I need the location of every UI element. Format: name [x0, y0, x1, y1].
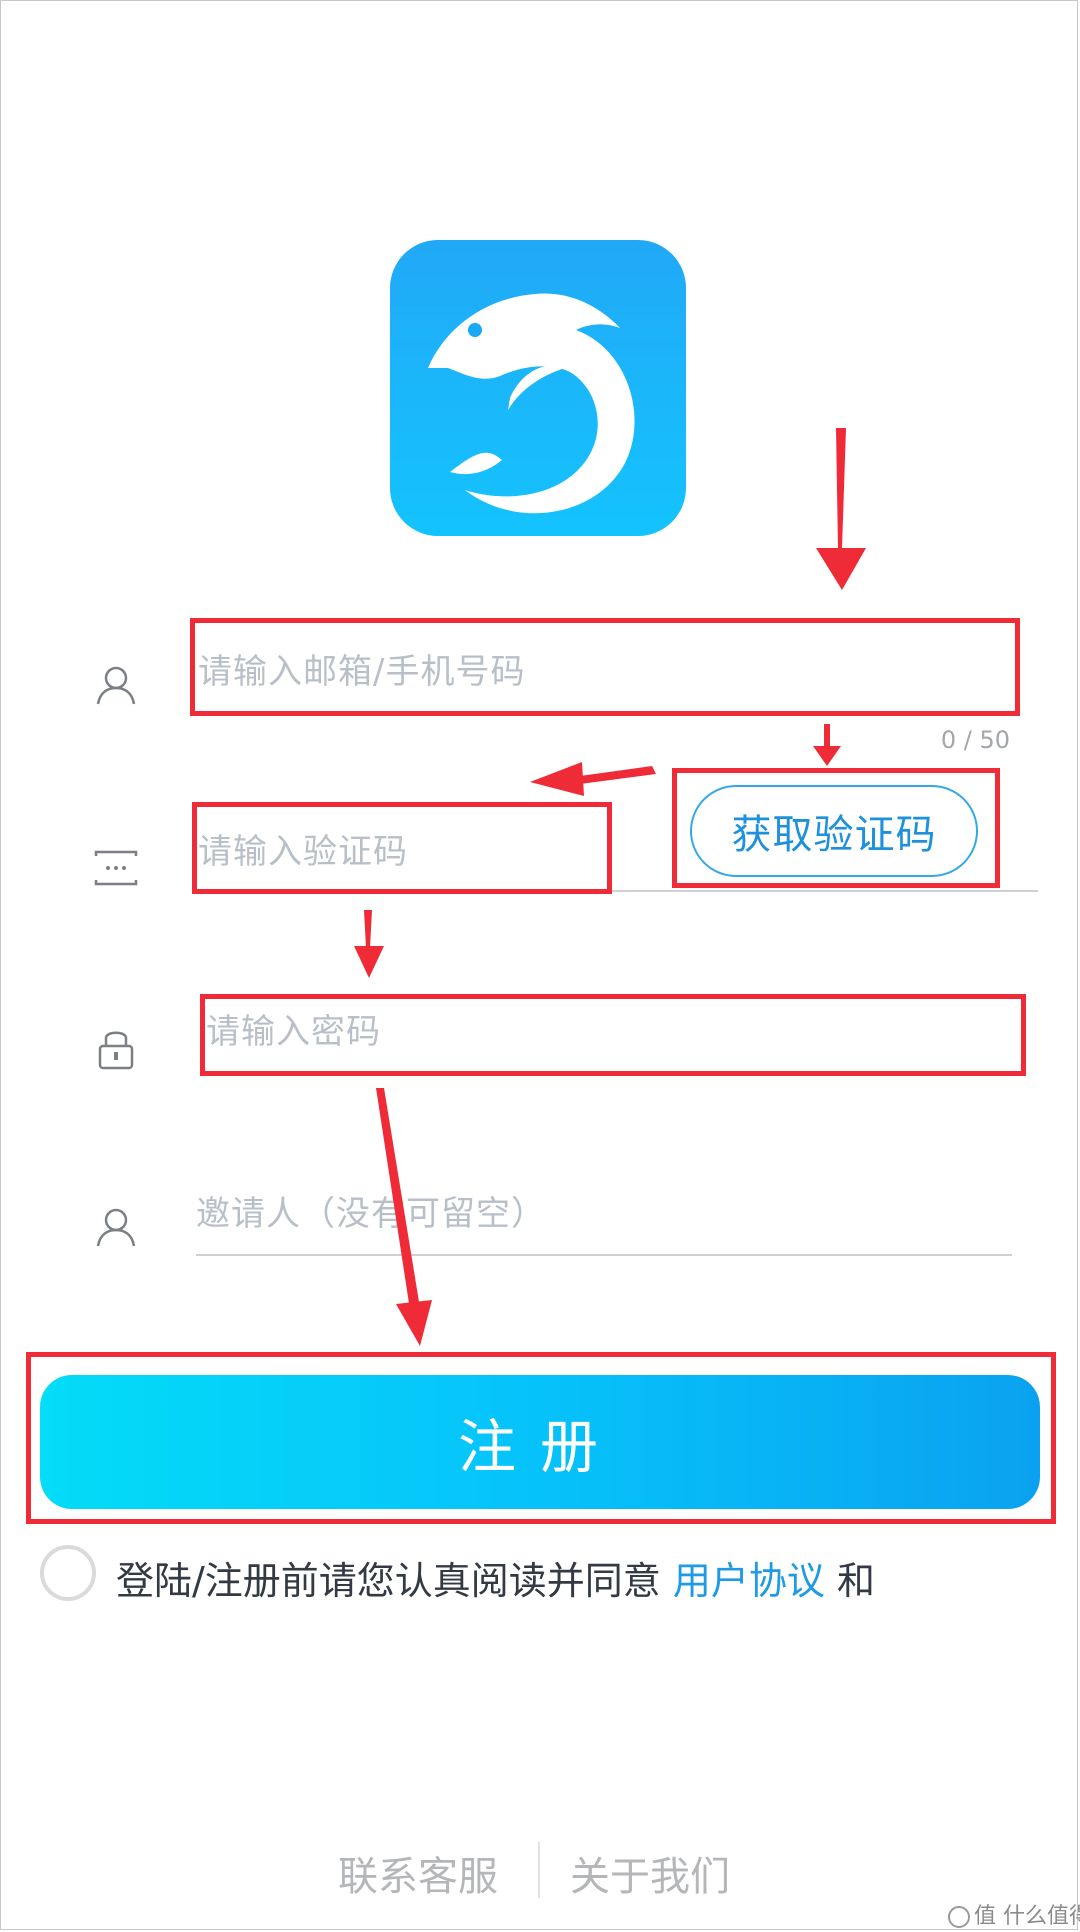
agreement-suffix: 和: [837, 1559, 876, 1603]
account-char-counter: 0 / 50: [940, 726, 1010, 754]
user-agreement-link[interactable]: 用户协议: [673, 1559, 825, 1603]
agreement-prefix: 登陆/注册前请您认真阅读并同意: [116, 1559, 661, 1603]
message-code-icon: [90, 842, 142, 894]
annotation-box-account: [190, 618, 1020, 716]
user-icon: [90, 660, 142, 712]
about-us-link[interactable]: 关于我们: [570, 1844, 730, 1902]
lock-icon: [90, 1022, 142, 1074]
annotation-box-code: [192, 802, 612, 894]
watermark-icon: [948, 1906, 970, 1928]
footer-divider: [538, 1842, 540, 1898]
annotation-box-get-code: [672, 768, 1000, 888]
inviter-user-icon: [90, 1202, 142, 1254]
watermark-text: 值 什么值得买: [974, 1904, 1080, 1929]
inviter-underline: [196, 1254, 1012, 1256]
app-logo: [390, 240, 686, 536]
agreement-text: 登陆/注册前请您认真阅读并同意 用户协议 和: [116, 1550, 875, 1605]
inviter-input[interactable]: 邀请人（没有可留空）: [196, 1186, 546, 1235]
annotation-box-register: [26, 1352, 1056, 1524]
agreement-checkbox[interactable]: [40, 1545, 96, 1601]
watermark: 值 什么值得买: [948, 1898, 1080, 1930]
contact-support-link[interactable]: 联系客服: [338, 1844, 498, 1902]
dolphin-logo-icon: [428, 293, 635, 514]
annotation-box-password: [200, 994, 1026, 1076]
